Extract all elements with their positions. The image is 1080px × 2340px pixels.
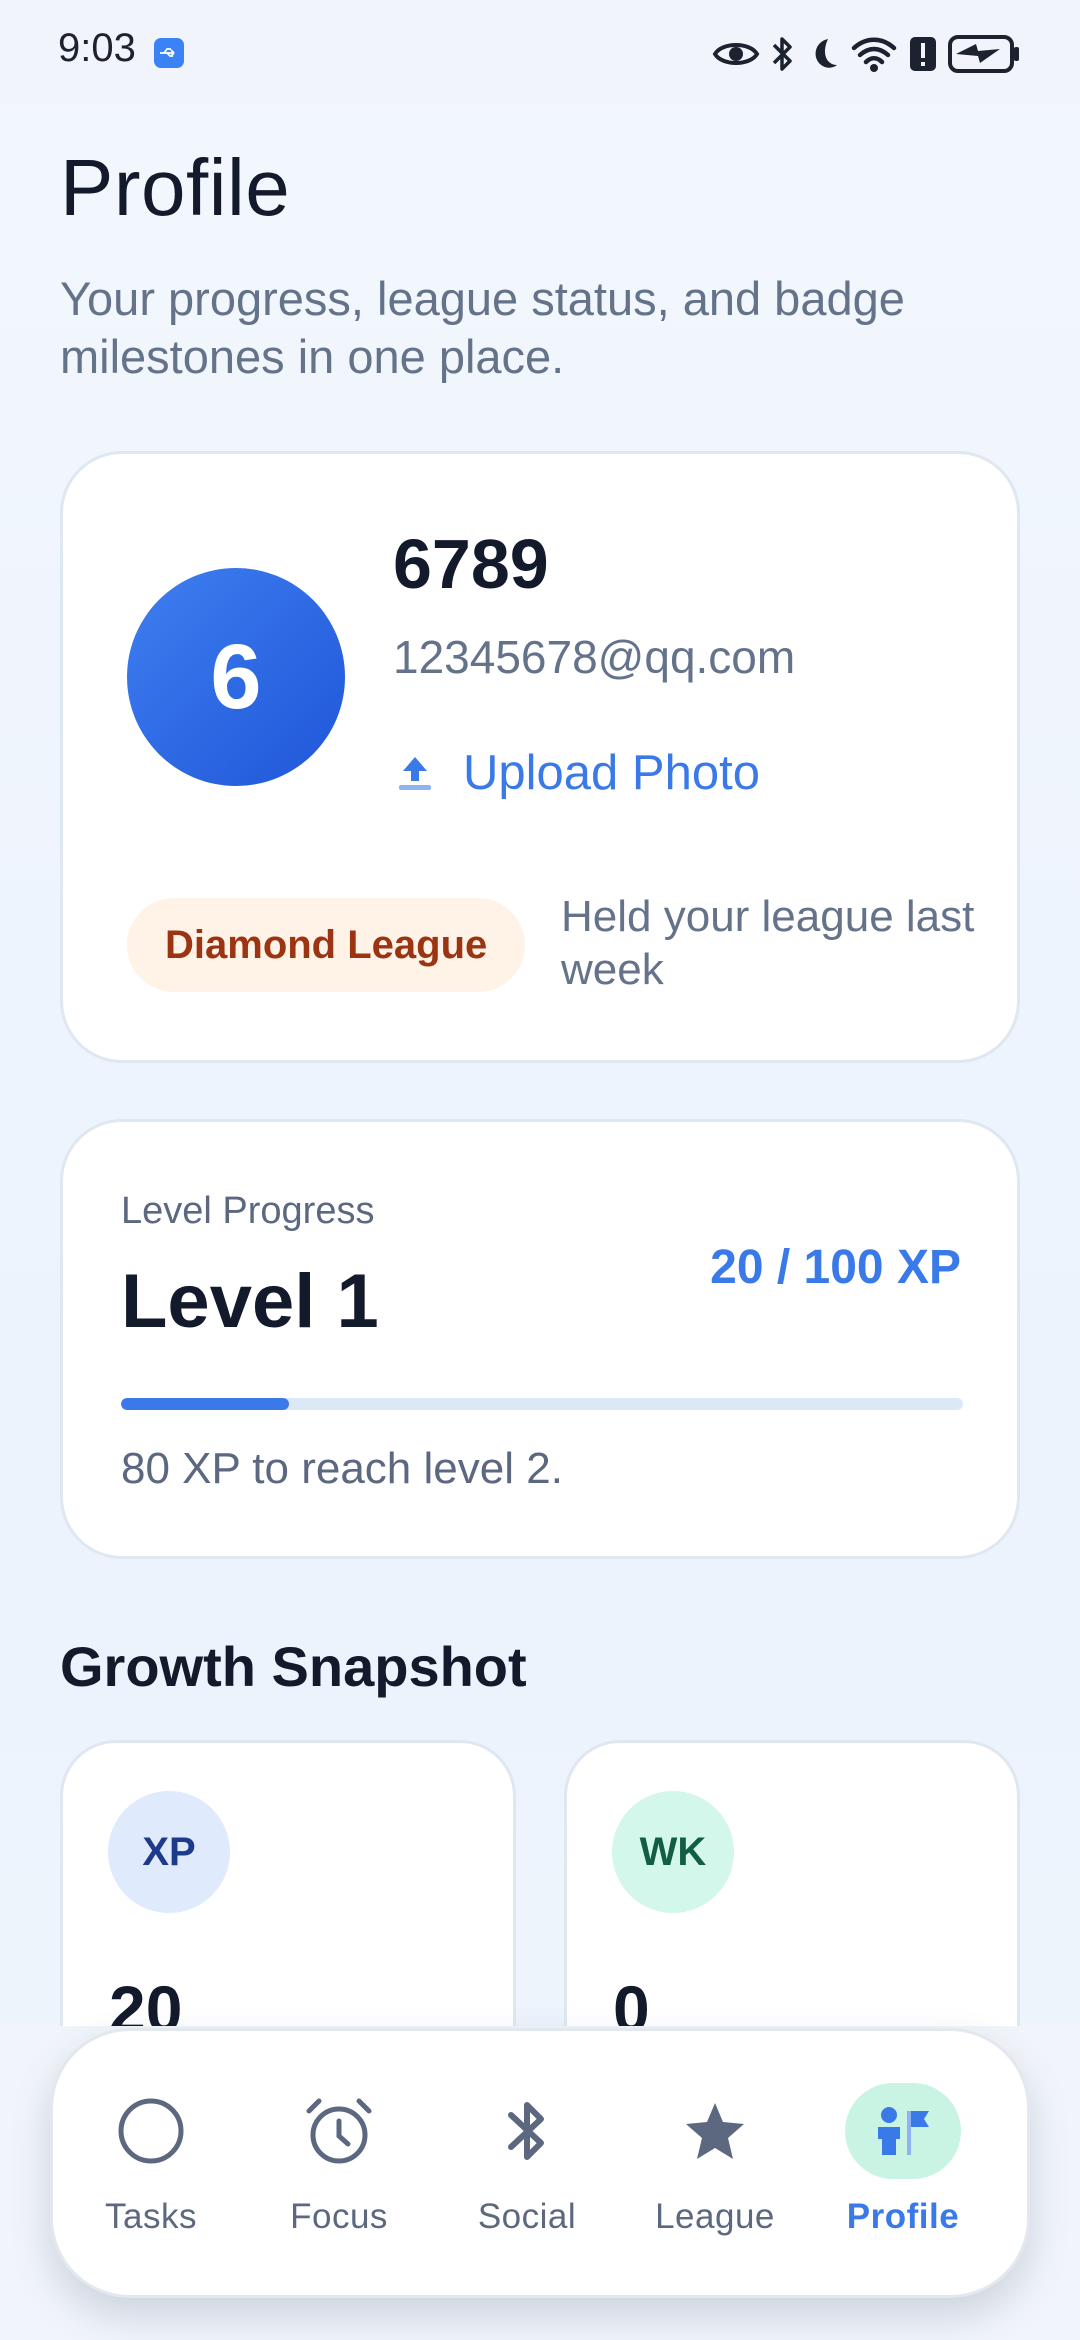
star-icon xyxy=(686,2103,744,2159)
moon-icon xyxy=(815,39,837,68)
upload-photo-label: Upload Photo xyxy=(463,746,760,800)
league-note: Held your league last week xyxy=(561,892,975,994)
level-title: Level 1 xyxy=(121,1259,379,1344)
avatar[interactable]: 6 xyxy=(127,568,345,786)
eye-icon xyxy=(712,43,760,65)
nav-item-profile[interactable]: Profile xyxy=(805,2031,1001,2301)
upload-photo-button[interactable]: Upload Photo xyxy=(393,738,760,808)
bottom-nav: Tasks Focus Social League Profile xyxy=(50,2028,1030,2298)
nav-active-indicator xyxy=(845,2083,961,2179)
stat-badge-wk: WK xyxy=(612,1791,734,1913)
level-hint: 80 XP to reach level 2. xyxy=(121,1444,563,1493)
bluetooth-icon xyxy=(508,2102,544,2160)
person-flag-icon xyxy=(878,2107,929,2155)
status-bar: 9:03 xyxy=(0,0,1080,104)
nav-label-tasks: Tasks xyxy=(105,2197,197,2236)
level-progress-bar xyxy=(121,1398,963,1410)
user-email: 12345678@qq.com xyxy=(393,631,796,683)
upload-icon xyxy=(399,757,431,790)
status-icons xyxy=(712,30,1022,78)
page-subtitle: Your progress, league status, and badge … xyxy=(60,272,905,383)
nav-label-focus: Focus xyxy=(290,2197,388,2236)
circle-icon xyxy=(118,2098,184,2164)
league-badge: Diamond League xyxy=(127,898,526,992)
nav-item-focus[interactable]: Focus xyxy=(241,2031,437,2301)
nav-item-social[interactable]: Social xyxy=(429,2031,625,2301)
status-time: 9:03 xyxy=(58,26,136,70)
nav-item-league[interactable]: League xyxy=(617,2031,813,2301)
profile-screen: 9:03 Profile Your progress, league statu… xyxy=(0,0,1080,2340)
level-caption: Level Progress xyxy=(121,1190,375,1232)
usb-icon xyxy=(154,38,184,68)
nav-label-league: League xyxy=(655,2197,775,2236)
level-xp: 20 / 100 XP xyxy=(710,1241,961,1294)
wifi-icon xyxy=(851,37,897,72)
battery-charging-icon xyxy=(948,35,1019,73)
level-progress-fill xyxy=(121,1398,290,1410)
profile-card: 6 6789 12345678@qq.com Upload Photo Diam… xyxy=(60,451,1020,1063)
nav-item-tasks[interactable]: Tasks xyxy=(53,2031,249,2301)
page-title: Profile xyxy=(60,143,291,232)
alarm-clock-icon xyxy=(306,2098,372,2164)
growth-snapshot-title: Growth Snapshot xyxy=(60,1635,527,1698)
user-name: 6789 xyxy=(393,525,549,603)
alert-icon xyxy=(910,37,936,71)
level-progress-card: Level Progress Level 1 20 / 100 XP 80 XP… xyxy=(60,1119,1020,1559)
nav-label-profile: Profile xyxy=(846,2197,960,2236)
nav-label-social: Social xyxy=(477,2197,577,2236)
stat-badge-xp: XP xyxy=(108,1791,230,1913)
bluetooth-icon xyxy=(772,37,792,71)
